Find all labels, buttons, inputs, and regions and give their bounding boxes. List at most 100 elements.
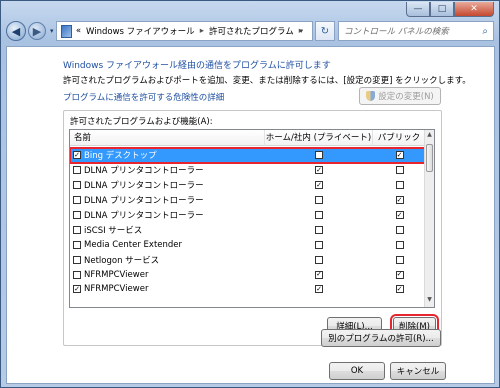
column-name[interactable]: 名前 (70, 130, 265, 146)
program-name: Bing デスクトップ (84, 151, 157, 162)
column-public[interactable]: パブリック (373, 130, 426, 146)
public-checkbox[interactable]: ✓ (395, 151, 404, 160)
home-private-checkbox[interactable]: ✓ (315, 181, 323, 190)
risk-info-link[interactable]: プログラムに通信を許可する危険性の詳細 (63, 91, 224, 103)
program-name: Netlogon サービス (84, 255, 160, 266)
list-item[interactable]: iSCSI サービス (70, 222, 426, 237)
enabled-checkbox[interactable] (73, 166, 81, 175)
enabled-checkbox[interactable]: ✓ (73, 151, 81, 160)
public-cell: ✓ (373, 285, 426, 294)
search-placeholder: コントロール パネルの検索 (344, 27, 449, 37)
program-name: DLNA プリンタコントローラー (84, 196, 204, 207)
enabled-checkbox[interactable] (73, 240, 81, 249)
home-private-cell (265, 151, 373, 160)
public-cell (373, 240, 426, 249)
back-button[interactable]: ◀ (6, 21, 26, 41)
home-private-checkbox[interactable] (315, 211, 323, 219)
list-item[interactable]: DLNA プリンタコントローラー ✓ (70, 178, 426, 193)
enabled-checkbox[interactable] (73, 211, 81, 219)
public-checkbox[interactable] (395, 255, 404, 264)
search-input[interactable]: コントロール パネルの検索 ⌕ (338, 21, 494, 41)
home-private-checkbox[interactable]: ✓ (315, 166, 323, 175)
enabled-cell: Netlogon サービス (70, 254, 265, 266)
minimize-button[interactable]: — (406, 2, 430, 17)
program-name: DLNA プリンタコントローラー (84, 211, 204, 221)
enabled-checkbox[interactable] (73, 255, 81, 264)
cancel-button[interactable]: キャンセル (390, 362, 446, 380)
scroll-thumb[interactable] (426, 144, 433, 172)
content-pane: Windows ファイアウォール経由の通信をプログラムに許可します 許可されたプ… (6, 46, 495, 384)
program-name: Media Center Extender (84, 239, 183, 250)
allowed-programs-list[interactable]: 名前 ホーム/社内 (プライベート) パブリック ✓ Bing デスクトップ ✓ DL… (69, 129, 435, 308)
public-checkbox[interactable] (395, 181, 404, 190)
search-icon[interactable]: ⌕ (482, 26, 488, 37)
allowed-programs-group: 許可されたプログラムおよび機能(A): 名前 ホーム/社内 (プライベート) パ… (63, 110, 442, 346)
change-settings-button[interactable]: 設定の変更(N) (359, 87, 441, 105)
list-item[interactable]: DLNA プリンタコントローラー ✓ (70, 193, 426, 208)
enabled-checkbox[interactable] (73, 181, 81, 190)
enabled-checkbox[interactable]: ✓ (73, 285, 81, 294)
enabled-checkbox[interactable] (73, 270, 81, 279)
home-private-checkbox[interactable] (315, 151, 323, 160)
breadcrumb-firewall[interactable]: Windows ファイアウォール (86, 25, 195, 37)
address-bar[interactable]: « Windows ファイアウォール ▸ 許可されたプログラム ▸ ▾ (56, 21, 313, 41)
enabled-cell: ✓ Bing デスクトップ (70, 149, 265, 161)
ok-button[interactable]: OK (329, 362, 385, 380)
home-private-checkbox[interactable] (315, 255, 323, 264)
public-checkbox[interactable]: ✓ (395, 211, 404, 219)
page-description: 許可されたプログラムおよびポートを追加、変更、または削除するには、[設定の変更]… (63, 76, 471, 86)
list-scrollbar[interactable]: ▲ ▼ (424, 130, 434, 307)
allow-another-program-button[interactable]: 別のプログラムの許可(R)... (321, 329, 441, 347)
program-name: DLNA プリンタコントローラー (84, 166, 204, 177)
home-private-cell: ✓ (265, 285, 373, 294)
page-title: Windows ファイアウォール経由の通信をプログラムに許可します (63, 61, 331, 71)
public-checkbox[interactable]: ✓ (395, 196, 404, 205)
list-item[interactable]: NFRMPCViewer ✓ ✓ (70, 267, 426, 282)
program-name: iSCSI サービス (84, 225, 143, 236)
control-panel-window: — □ ✕ ◀ ▶ ▾ « Windows ファイアウォール ▸ 許可されたプロ… (0, 0, 500, 388)
public-checkbox[interactable]: ✓ (395, 270, 404, 279)
list-item[interactable]: ✓ Bing デスクトップ ✓ (70, 147, 427, 164)
enabled-cell: DLNA プリンタコントローラー (70, 194, 265, 206)
recent-pages-dropdown[interactable]: ▾ (50, 27, 54, 35)
home-private-checkbox[interactable] (315, 240, 323, 249)
list-item[interactable]: Netlogon サービス (70, 252, 426, 267)
enabled-cell: DLNA プリンタコントローラー (70, 164, 265, 176)
public-checkbox[interactable] (395, 166, 404, 175)
public-checkbox[interactable] (395, 240, 404, 249)
maximize-button[interactable]: □ (430, 2, 454, 17)
home-private-cell: ✓ (265, 181, 373, 190)
public-checkbox[interactable] (395, 225, 404, 234)
scroll-down-icon[interactable]: ▼ (425, 296, 434, 306)
program-name: DLNA プリンタコントローラー (84, 181, 204, 192)
list-item[interactable]: DLNA プリンタコントローラー ✓ (70, 208, 426, 223)
home-private-cell: ✓ (265, 166, 373, 175)
address-dropdown-icon[interactable]: ▾ (299, 27, 303, 35)
home-private-checkbox[interactable]: ✓ (315, 270, 323, 279)
enabled-checkbox[interactable] (73, 225, 81, 234)
breadcrumb-allowed-programs[interactable]: 許可されたプログラム (209, 25, 294, 37)
home-private-checkbox[interactable] (315, 196, 323, 205)
program-name: NFRMPCViewer (84, 284, 149, 295)
public-checkbox[interactable]: ✓ (395, 285, 404, 294)
column-home-private[interactable]: ホーム/社内 (プライベート) (265, 130, 373, 146)
home-private-cell (265, 196, 373, 205)
home-private-cell (265, 211, 373, 219)
enabled-cell: ✓ NFRMPCViewer (70, 284, 265, 294)
forward-button[interactable]: ▶ (28, 22, 46, 40)
close-button[interactable]: ✕ (454, 2, 494, 17)
breadcrumb-separator-icon[interactable]: ▸ (200, 26, 204, 36)
list-item[interactable]: ✓ NFRMPCViewer ✓ ✓ (70, 282, 426, 297)
list-item[interactable]: DLNA プリンタコントローラー ✓ (70, 163, 426, 178)
public-cell: ✓ (373, 151, 426, 160)
home-private-checkbox[interactable]: ✓ (315, 285, 323, 294)
enabled-cell: Media Center Extender (70, 240, 265, 250)
address-overflow-chevron[interactable]: « (76, 26, 81, 36)
public-cell: ✓ (373, 211, 426, 219)
home-private-checkbox[interactable] (315, 225, 323, 234)
scroll-up-icon[interactable]: ▲ (425, 131, 434, 141)
enabled-checkbox[interactable] (73, 196, 81, 205)
refresh-button[interactable]: ↻ (315, 21, 335, 41)
home-private-cell (265, 255, 373, 264)
list-item[interactable]: Media Center Extender (70, 237, 426, 252)
